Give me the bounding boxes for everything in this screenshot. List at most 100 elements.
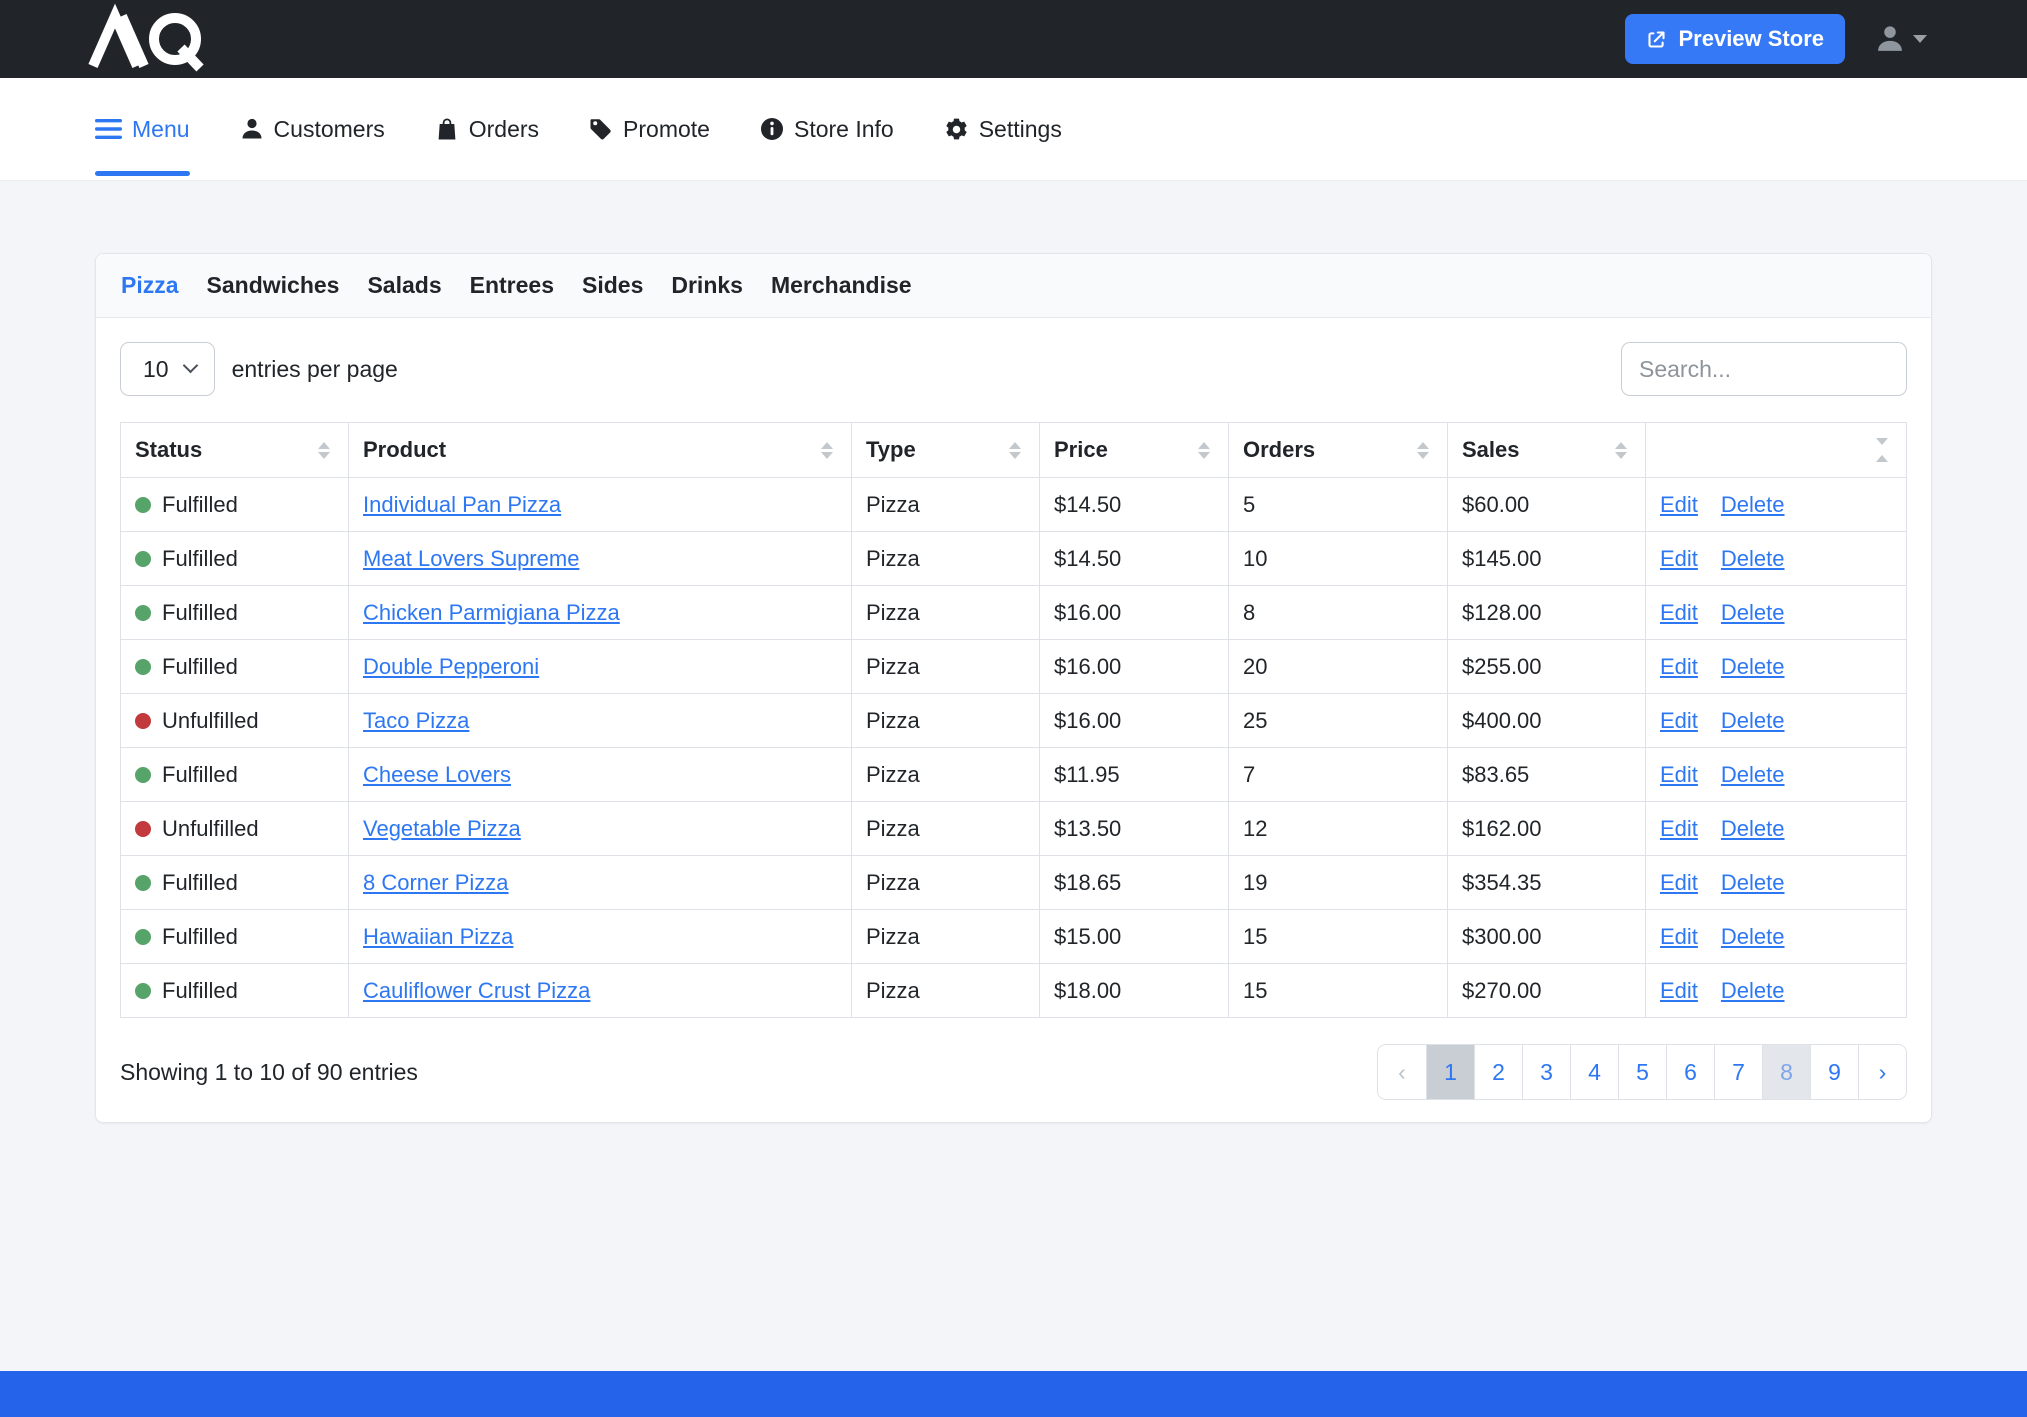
delete-link[interactable]: Delete [1721,870,1785,895]
column-header-orders[interactable]: Orders [1229,423,1448,478]
edit-link[interactable]: Edit [1660,654,1698,679]
column-header-sales[interactable]: Sales [1448,423,1646,478]
actions-cell: Edit Delete [1646,586,1907,640]
nav-item-label: Menu [132,116,190,143]
column-header-status[interactable]: Status [121,423,349,478]
product-link[interactable]: Vegetable Pizza [363,816,521,841]
products-table: Status Product Type Price Orders Sales Fulfil… [120,422,1907,1018]
nav-item-store-info[interactable]: Store Info [760,116,894,143]
nav-item-promote[interactable]: Promote [589,116,710,143]
table-row: UnfulfilledTaco PizzaPizza$16.0025$400.0… [121,694,1907,748]
table-row: UnfulfilledVegetable PizzaPizza$13.5012$… [121,802,1907,856]
tab-sandwiches[interactable]: Sandwiches [207,272,340,299]
user-avatar-icon [1875,24,1905,54]
delete-link[interactable]: Delete [1721,816,1785,841]
column-header-type[interactable]: Type [852,423,1040,478]
type-cell: Pizza [852,532,1040,586]
user-menu[interactable] [1875,24,1927,54]
edit-link[interactable]: Edit [1660,924,1698,949]
tab-drinks[interactable]: Drinks [671,272,743,299]
external-link-icon [1646,29,1667,50]
edit-link[interactable]: Edit [1660,816,1698,841]
edit-link[interactable]: Edit [1660,762,1698,787]
delete-link[interactable]: Delete [1721,654,1785,679]
actions-cell: Edit Delete [1646,856,1907,910]
fulfilled-status-dot [135,875,151,891]
status-cell: Fulfilled [121,478,349,532]
pagination-page-7[interactable]: 7 [1714,1045,1762,1099]
pagination-page-3[interactable]: 3 [1522,1045,1570,1099]
edit-link[interactable]: Edit [1660,870,1698,895]
tab-pizza[interactable]: Pizza [121,272,179,299]
product-link[interactable]: Taco Pizza [363,708,469,733]
status-cell: Fulfilled [121,856,349,910]
delete-link[interactable]: Delete [1721,924,1785,949]
delete-link[interactable]: Delete [1721,492,1785,517]
sort-icon [1198,442,1210,459]
column-label: Orders [1243,437,1315,463]
product-link[interactable]: Cauliflower Crust Pizza [363,978,590,1003]
price-cell: $18.65 [1040,856,1229,910]
product-link[interactable]: Cheese Lovers [363,762,511,787]
delete-link[interactable]: Delete [1721,600,1785,625]
edit-link[interactable]: Edit [1660,492,1698,517]
pagination-page-4[interactable]: 4 [1570,1045,1618,1099]
column-label: Sales [1462,437,1520,463]
nav-item-settings[interactable]: Settings [944,116,1062,143]
footer-bar [0,1371,2027,1417]
edit-link[interactable]: Edit [1660,978,1698,1003]
pagination-page-9[interactable]: 9 [1810,1045,1858,1099]
edit-link[interactable]: Edit [1660,708,1698,733]
pagination-page-1[interactable]: 1 [1426,1045,1474,1099]
sort-icon [318,442,330,459]
preview-store-button[interactable]: Preview Store [1625,14,1845,64]
pagination-page-8[interactable]: 8 [1762,1045,1810,1099]
search-input[interactable] [1621,342,1907,396]
pagination-prev[interactable]: ‹ [1378,1045,1426,1099]
pagination-page-6[interactable]: 6 [1666,1045,1714,1099]
product-cell: Cauliflower Crust Pizza [349,964,852,1018]
entries-per-page-select[interactable]: 10 [120,342,215,396]
status-badge: Fulfilled [135,492,334,518]
nav-item-label: Promote [623,116,710,143]
tab-salads[interactable]: Salads [367,272,441,299]
delete-link[interactable]: Delete [1721,762,1785,787]
column-header-price[interactable]: Price [1040,423,1229,478]
product-link[interactable]: Meat Lovers Supreme [363,546,579,571]
sales-cell: $270.00 [1448,964,1646,1018]
product-link[interactable]: 8 Corner Pizza [363,870,509,895]
edit-link[interactable]: Edit [1660,546,1698,571]
product-link[interactable]: Individual Pan Pizza [363,492,561,517]
type-cell: Pizza [852,748,1040,802]
tag-icon [589,117,613,141]
sort-icon [1876,438,1888,462]
pagination-page-2[interactable]: 2 [1474,1045,1522,1099]
table-row: FulfilledChicken Parmigiana PizzaPizza$1… [121,586,1907,640]
delete-link[interactable]: Delete [1721,978,1785,1003]
tab-sides[interactable]: Sides [582,272,643,299]
table-row: FulfilledHawaiian PizzaPizza$15.0015$300… [121,910,1907,964]
type-cell: Pizza [852,694,1040,748]
product-cell: 8 Corner Pizza [349,856,852,910]
product-link[interactable]: Double Pepperoni [363,654,539,679]
tab-entrees[interactable]: Entrees [470,272,554,299]
tab-merchandise[interactable]: Merchandise [771,272,912,299]
product-link[interactable]: Hawaiian Pizza [363,924,513,949]
delete-link[interactable]: Delete [1721,546,1785,571]
column-header-actions[interactable] [1646,423,1907,478]
nav-item-menu[interactable]: Menu [95,116,190,143]
table-row: FulfilledIndividual Pan PizzaPizza$14.50… [121,478,1907,532]
delete-link[interactable]: Delete [1721,708,1785,733]
status-label: Fulfilled [162,654,238,680]
column-label: Type [866,437,916,463]
column-label: Status [135,437,202,463]
edit-link[interactable]: Edit [1660,600,1698,625]
nav-item-customers[interactable]: Customers [240,116,385,143]
nav-item-orders[interactable]: Orders [435,116,539,143]
table-controls: 10 entries per page [120,342,1907,396]
column-header-product[interactable]: Product [349,423,852,478]
type-cell: Pizza [852,910,1040,964]
pagination-next[interactable]: › [1858,1045,1906,1099]
product-link[interactable]: Chicken Parmigiana Pizza [363,600,620,625]
pagination-page-5[interactable]: 5 [1618,1045,1666,1099]
